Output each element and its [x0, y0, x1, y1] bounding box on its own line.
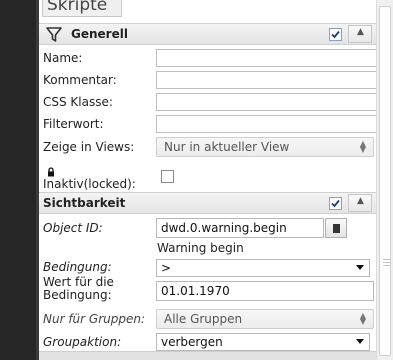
sort-arrows-icon: ▲ ▼: [359, 311, 366, 326]
check-icon: [331, 30, 340, 39]
condition-select-value: >: [161, 261, 172, 275]
comment-input[interactable]: [156, 71, 376, 89]
group-action-select-value: verbergen: [161, 335, 223, 349]
filter-word-label: Filterwort:: [43, 117, 104, 131]
vertical-scrollbar[interactable]: ― ― ―: [376, 0, 393, 360]
check-icon: [331, 199, 340, 208]
comment-label: Kommentar:: [43, 73, 117, 87]
section-general-title: Generell: [71, 27, 128, 41]
section-general-header[interactable]: Generell ▲: [39, 23, 376, 45]
condition-value-label: Wert für die Bedingung:: [43, 275, 114, 302]
object-id-label: Object ID:: [43, 221, 103, 235]
section-visibility-title: Sichtbarkeit: [43, 196, 126, 210]
object-id-value: dwd.0.warning.begin: [161, 221, 287, 235]
chevron-down-icon: [356, 339, 364, 344]
groups-select[interactable]: Alle Gruppen ▲ ▼: [156, 309, 374, 329]
next-section-edge: [39, 351, 376, 360]
scrollbar-thumb[interactable]: ― ― ―: [379, 6, 391, 356]
condition-select[interactable]: >: [156, 259, 370, 277]
groups-label: Nur für Gruppen:: [43, 312, 146, 326]
visibility-collapse-button[interactable]: ▲: [348, 194, 372, 212]
name-input[interactable]: [156, 49, 376, 67]
name-label: Name:: [43, 51, 83, 65]
tab-scripts[interactable]: Skripte: [42, 0, 122, 17]
group-action-label: Groupaktion:: [43, 335, 122, 349]
locked-label: Inaktiv(locked):: [43, 177, 136, 191]
css-class-input[interactable]: [156, 93, 376, 111]
chevron-up-icon: ▲: [357, 27, 364, 37]
filter-icon: [46, 27, 62, 42]
select-object-button[interactable]: [325, 218, 347, 238]
list-icon: [333, 224, 340, 233]
views-label: Zeige in Views:: [43, 140, 135, 154]
condition-value-input[interactable]: 01.01.1970: [156, 281, 374, 301]
general-collapse-button[interactable]: ▲: [348, 25, 372, 43]
filter-word-input[interactable]: [156, 115, 376, 133]
css-class-label: CSS Klasse:: [43, 95, 113, 109]
condition-value-value: 01.01.1970: [161, 284, 230, 298]
views-select-value: Nur in aktueller View: [164, 140, 290, 154]
chevron-down-icon: [356, 265, 364, 270]
sort-arrows-icon: ▲ ▼: [359, 139, 366, 154]
locked-checkbox[interactable]: [161, 170, 174, 183]
section-visibility-header[interactable]: Sichtbarkeit ▲: [39, 192, 376, 214]
object-name: Warning begin: [157, 241, 244, 255]
chevron-up-icon: ▲: [357, 196, 364, 206]
dark-sidebar: [0, 0, 36, 360]
group-action-select[interactable]: verbergen: [156, 333, 370, 351]
condition-label: Bedingung:: [43, 260, 112, 274]
general-enable-checkbox[interactable]: [329, 28, 342, 41]
object-id-input[interactable]: dwd.0.warning.begin: [156, 218, 324, 238]
views-select[interactable]: Nur in aktueller View ▲ ▼: [156, 137, 374, 157]
visibility-enable-checkbox[interactable]: [329, 197, 342, 210]
groups-select-value: Alle Gruppen: [164, 312, 243, 326]
grip-icon: ― ― ―: [383, 255, 390, 269]
lock-icon: [48, 167, 54, 177]
tab-scripts-label: Skripte: [47, 0, 108, 15]
properties-panel: Skripte Generell ▲ Name: Kommentar: CSS …: [39, 0, 376, 360]
